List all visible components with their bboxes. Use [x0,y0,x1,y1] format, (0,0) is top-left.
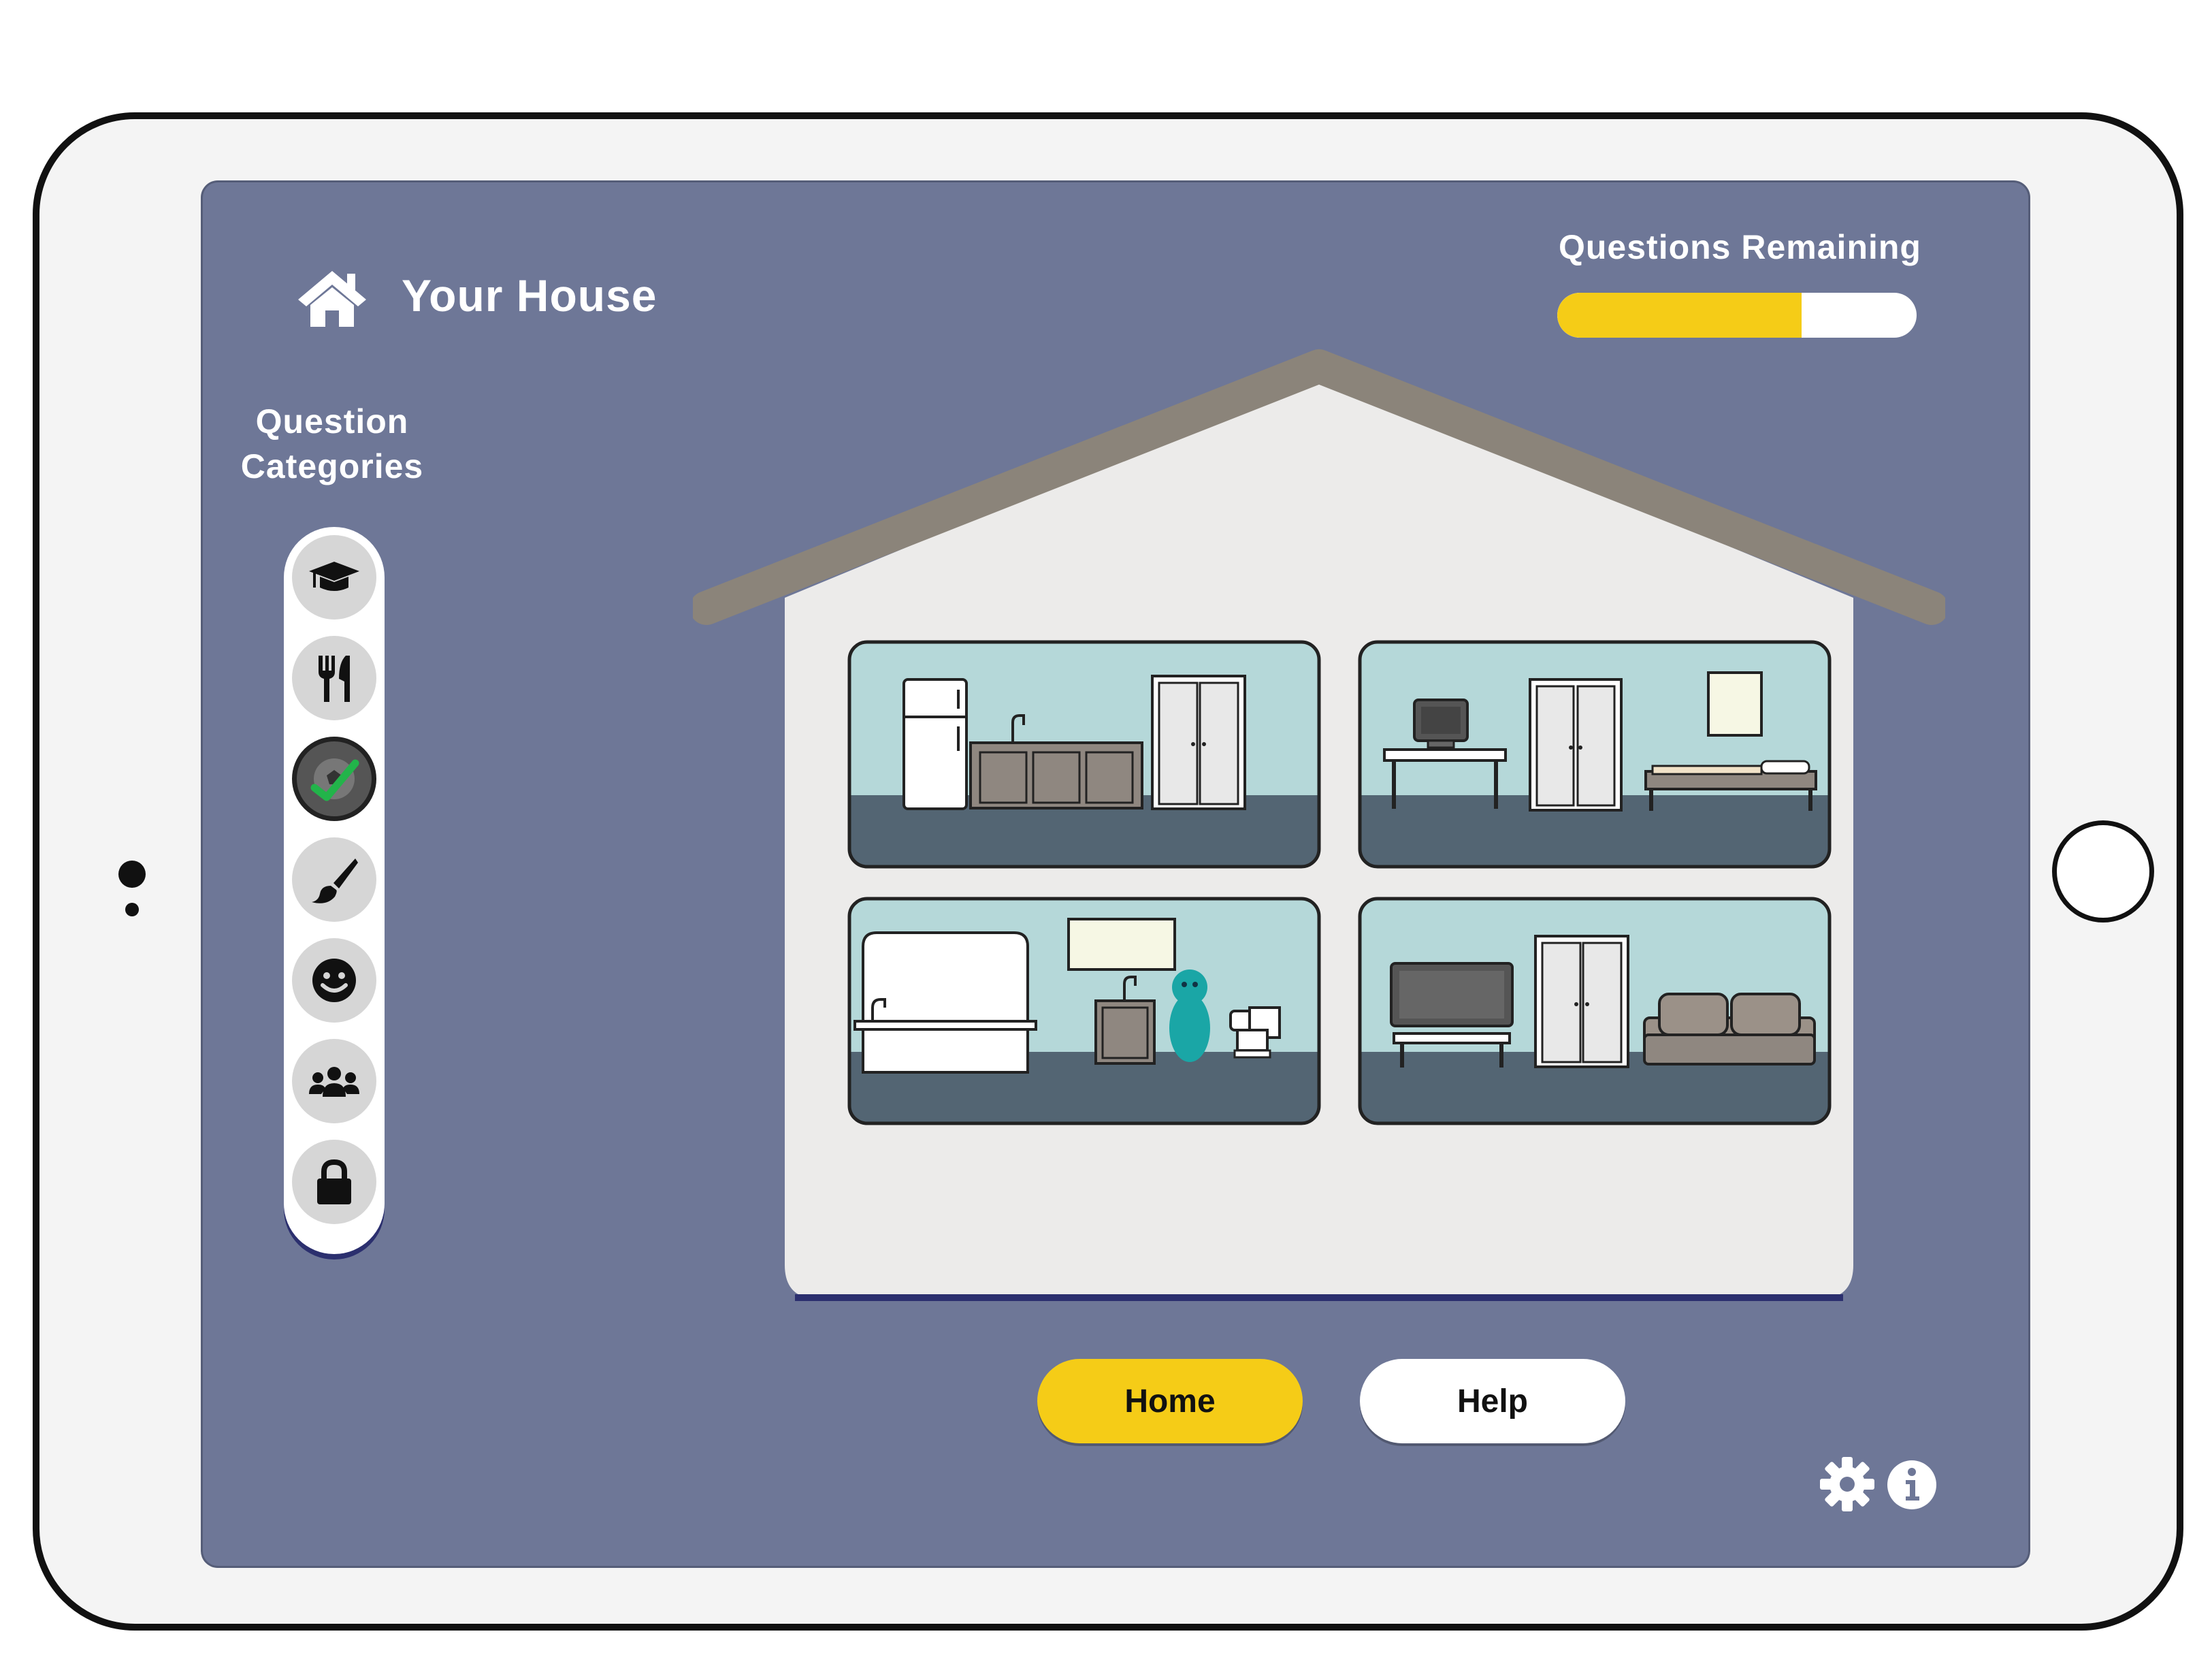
room-bathroom[interactable] [847,897,1321,1125]
info-icon[interactable] [1885,1458,1938,1511]
camera-dot [118,861,146,888]
sensor-dot [125,903,139,916]
categories-title: Question Categories [230,399,434,489]
category-people-button[interactable] [292,1039,376,1123]
page-title: Your House [402,270,657,321]
graduation-cap-icon [309,562,359,591]
gear-icon[interactable] [1817,1454,1877,1514]
categories-title-line1: Question [255,402,409,440]
category-art-button[interactable] [292,837,376,922]
questions-remaining-label: Questions Remaining [1559,228,1921,266]
soccer-ball-icon [310,758,359,801]
room-bedroom[interactable] [1358,640,1832,869]
house-icon [298,271,366,327]
category-rail [284,527,385,1254]
home-button[interactable]: Home [1037,1359,1303,1443]
smiley-face-icon [312,959,356,1002]
help-button[interactable]: Help [1360,1359,1625,1443]
categories-title-line2: Categories [240,447,424,485]
category-food-button[interactable] [292,636,376,720]
app-screen: Your House Questions Remaining Question … [203,182,2028,1566]
house-illustration [693,349,1945,1301]
category-feelings-button[interactable] [292,938,376,1023]
group-people-icon [309,1067,359,1097]
category-education-button[interactable] [292,535,376,620]
device-home-button[interactable] [2052,820,2154,923]
lock-icon [317,1159,351,1204]
fork-knife-icon [319,656,350,702]
room-living-room[interactable] [1358,897,1832,1125]
category-sports-button[interactable] [292,737,376,821]
progress-fill [1557,293,1802,338]
paintbrush-icon [312,859,358,903]
room-kitchen[interactable] [847,640,1321,869]
questions-progress-bar [1557,293,1917,338]
category-locked-button[interactable] [292,1140,376,1224]
